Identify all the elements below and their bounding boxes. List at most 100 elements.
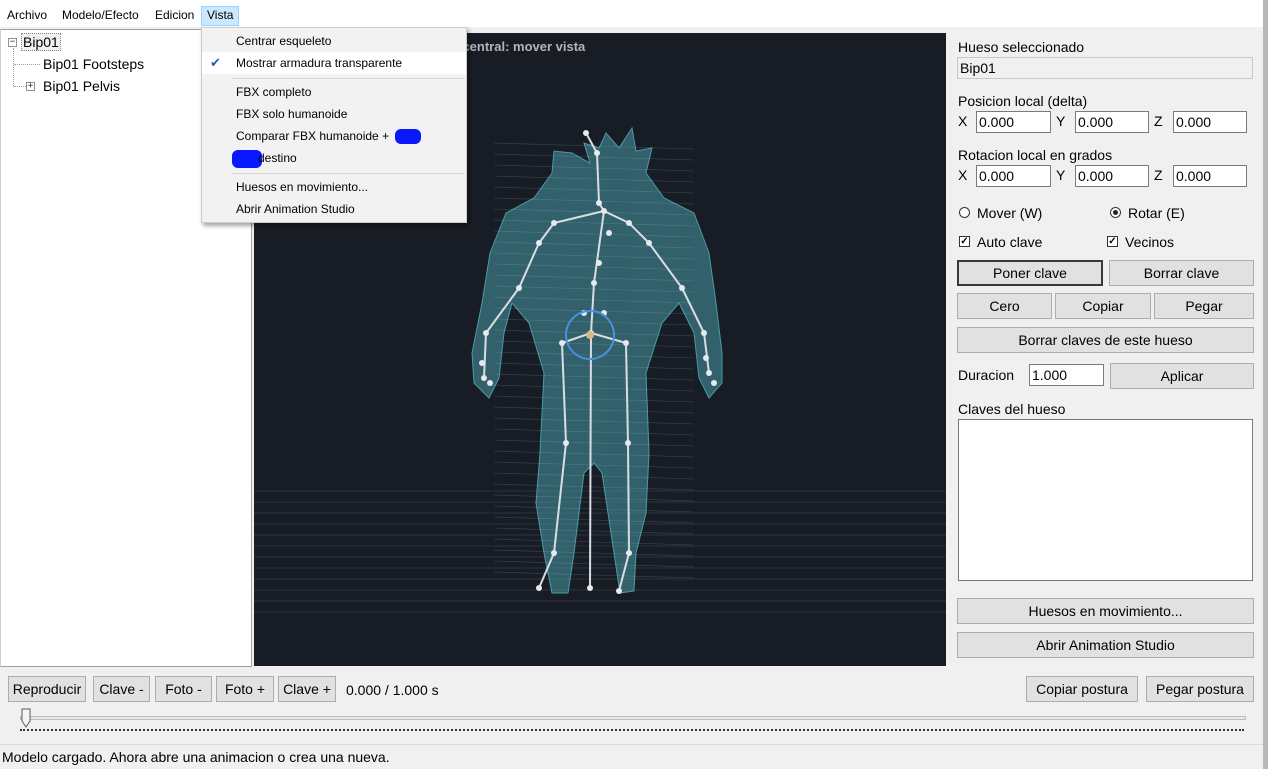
copy-pose-button[interactable]: Copiar postura	[1026, 676, 1138, 702]
joint-dot	[487, 380, 493, 386]
joint-dot	[701, 330, 707, 336]
tree-line	[14, 64, 40, 65]
next-key-button[interactable]: Clave +	[278, 676, 336, 702]
vista-dropdown-menu: Centrar esqueleto ✔ Mostrar armadura tra…	[201, 27, 467, 223]
menu-item-fbx-completo[interactable]: FBX completo	[202, 81, 466, 103]
menu-separator	[232, 173, 464, 174]
bone-keys-list[interactable]	[958, 419, 1253, 581]
mode-move-radio[interactable]	[959, 207, 970, 218]
set-key-button[interactable]: Poner clave	[957, 260, 1103, 286]
timeline-slider-thumb[interactable]	[21, 708, 31, 728]
menu-item-fbx-humanoide[interactable]: FBX solo humanoide	[202, 103, 466, 125]
tree-expander-root[interactable]: −	[8, 38, 17, 47]
position-y-label: Y	[1056, 113, 1066, 129]
joint-dot	[711, 380, 717, 386]
mesh-wire	[493, 472, 695, 480]
menu-item-label: Centrar esqueleto	[236, 34, 332, 48]
tree-expander-pelvis[interactable]: +	[26, 82, 35, 91]
joint-dot	[583, 130, 589, 136]
position-z-input[interactable]: 0.000	[1173, 111, 1247, 133]
menu-item-label: FBX solo humanoide	[236, 107, 348, 121]
menu-bar: Archivo Modelo/Efecto Edicion Vista	[0, 0, 1263, 27]
tree-line	[13, 48, 14, 86]
tree-item-bip01[interactable]: Bip01	[21, 33, 61, 51]
tree-line	[14, 86, 26, 87]
menu-vista[interactable]: Vista	[201, 6, 240, 26]
mesh-wire	[493, 516, 695, 524]
mode-rotate-radio[interactable]	[1110, 207, 1121, 218]
character-mesh	[471, 126, 723, 594]
prev-key-button[interactable]: Clave -	[93, 676, 150, 702]
timeline-track[interactable]	[20, 716, 1246, 720]
joint-dot	[703, 355, 709, 361]
menu-separator	[232, 78, 464, 79]
menu-item-label: FBX completo	[236, 85, 312, 99]
mesh-wire	[493, 549, 695, 557]
moving-bones-button[interactable]: Huesos en movimiento...	[957, 598, 1254, 624]
menu-item-mostrar-armadura[interactable]: ✔ Mostrar armadura transparente	[202, 52, 466, 74]
paste-button[interactable]: Pegar	[1154, 293, 1254, 319]
tree-item-label: Bip01 Footsteps	[43, 56, 145, 72]
position-x-label: X	[958, 113, 968, 129]
paste-pose-button[interactable]: Pegar postura	[1146, 676, 1254, 702]
zero-button[interactable]: Cero	[957, 293, 1052, 319]
mode-move-label[interactable]: Mover (W)	[977, 205, 1042, 221]
menu-item-label: Comparar FBX humanoide +	[236, 129, 390, 143]
joint-dot	[616, 588, 622, 594]
position-y-input[interactable]: 0.000	[1075, 111, 1149, 133]
joint-dot	[606, 230, 612, 236]
mesh-wire	[493, 538, 695, 546]
menu-modelo-efecto[interactable]: Modelo/Efecto	[57, 6, 144, 26]
position-z-label: Z	[1154, 113, 1163, 129]
mode-rotate-label[interactable]: Rotar (E)	[1128, 205, 1185, 221]
neighbors-checkbox[interactable]: ✓	[1107, 236, 1118, 247]
next-frame-button[interactable]: Foto +	[216, 676, 274, 702]
rotation-x-input[interactable]: 0.000	[976, 165, 1051, 187]
time-readout: 0.000 / 1.000 s	[346, 682, 439, 698]
rotation-x-label: X	[958, 167, 968, 183]
joint-dot	[601, 208, 607, 214]
menu-item-comparar-fbx-cont[interactable]: destino	[202, 147, 466, 169]
joint-dot	[591, 280, 597, 286]
mesh-wire	[493, 505, 695, 513]
menu-item-huesos-movimiento[interactable]: Huesos en movimiento...	[202, 176, 466, 198]
joint-dot	[563, 440, 569, 446]
delete-bone-keys-button[interactable]: Borrar claves de este hueso	[957, 327, 1254, 353]
apply-button[interactable]: Aplicar	[1110, 363, 1254, 389]
auto-key-label[interactable]: Auto clave	[977, 234, 1042, 250]
joint-dot	[646, 240, 652, 246]
bone-line	[589, 332, 592, 589]
selected-joint	[586, 331, 594, 339]
bone-keys-label: Claves del hueso	[958, 401, 1066, 417]
tree-item-pelvis[interactable]: Bip01 Pelvis	[43, 77, 120, 95]
joint-dot	[551, 550, 557, 556]
joint-dot	[594, 150, 600, 156]
mesh-wire	[493, 494, 695, 502]
copy-button[interactable]: Copiar	[1055, 293, 1151, 319]
position-x-input[interactable]: 0.000	[976, 111, 1051, 133]
rotation-y-label: Y	[1056, 167, 1066, 183]
open-animation-studio-button[interactable]: Abrir Animation Studio	[957, 632, 1254, 658]
rotation-z-input[interactable]: 0.000	[1173, 165, 1247, 187]
duration-label: Duracion	[958, 367, 1015, 383]
joint-dot	[587, 585, 593, 591]
delete-key-button[interactable]: Borrar clave	[1109, 260, 1254, 286]
joint-dot	[551, 220, 557, 226]
duration-input[interactable]: 1.000	[1029, 364, 1104, 386]
joint-dot	[679, 285, 685, 291]
checkmark-icon: ✔	[210, 55, 221, 70]
rotation-label: Rotacion local en grados	[958, 147, 1113, 163]
neighbors-label[interactable]: Vecinos	[1125, 234, 1174, 250]
menu-item-centrar-esqueleto[interactable]: Centrar esqueleto	[202, 30, 466, 52]
prev-frame-button[interactable]: Foto -	[155, 676, 212, 702]
menu-edicion[interactable]: Edicion	[150, 6, 199, 26]
joint-dot	[623, 340, 629, 346]
menu-archivo[interactable]: Archivo	[2, 6, 52, 26]
tree-item-footsteps[interactable]: Bip01 Footsteps	[43, 55, 144, 73]
rotation-y-input[interactable]: 0.000	[1075, 165, 1149, 187]
menu-item-animation-studio[interactable]: Abrir Animation Studio	[202, 198, 466, 220]
joint-dot	[596, 260, 602, 266]
play-button[interactable]: Reproducir	[8, 676, 86, 702]
menu-item-comparar-fbx[interactable]: Comparar FBX humanoide +	[202, 125, 466, 147]
auto-key-checkbox[interactable]: ✓	[959, 236, 970, 247]
